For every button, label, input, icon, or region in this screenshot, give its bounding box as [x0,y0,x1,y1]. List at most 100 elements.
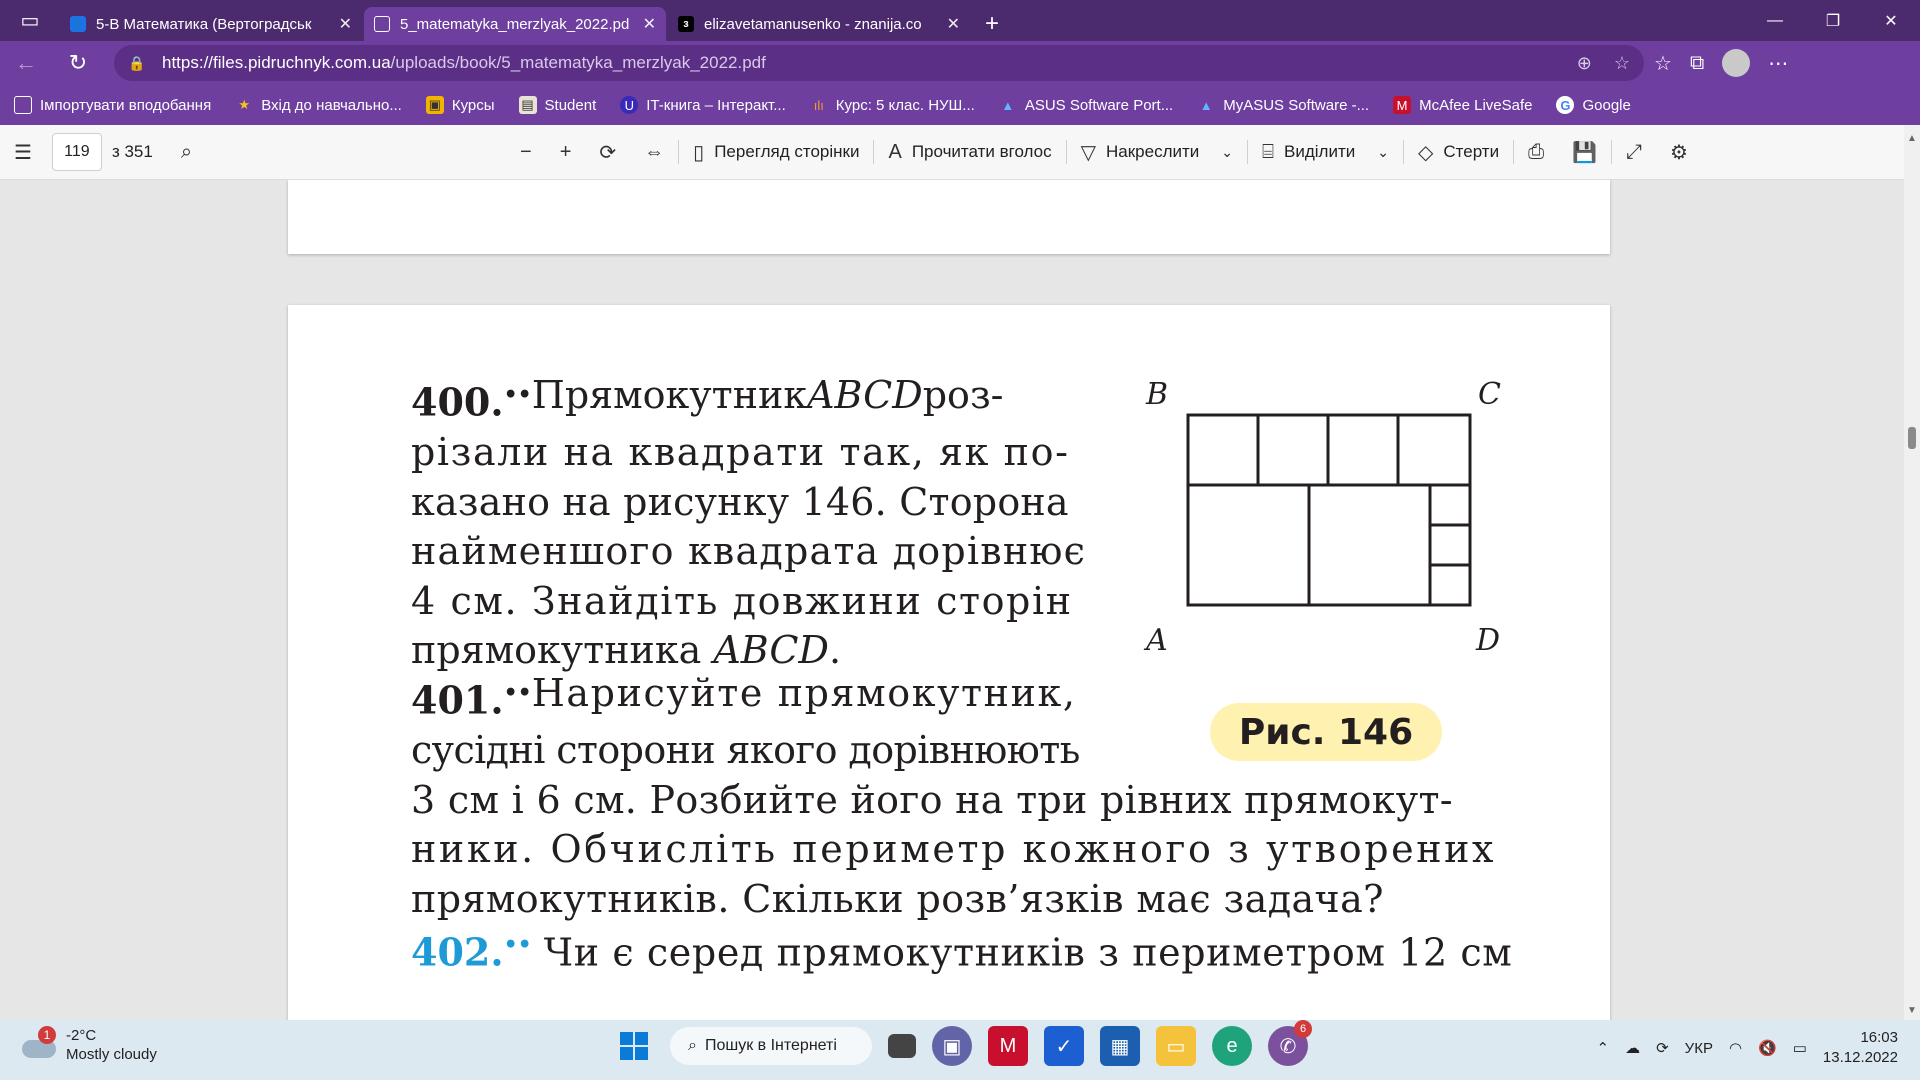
bookmark-student[interactable]: ▤ Student [518,96,597,114]
restore-icon[interactable]: ❐ [1804,0,1862,41]
file-explorer-icon[interactable]: ▭ [1156,1026,1196,1066]
draw-button[interactable]: ▽ Накреслити ⌄ [1067,125,1247,180]
close-icon[interactable]: ✕ [339,14,352,34]
rotate-icon[interactable]: ⟳ [585,125,630,180]
tab-actions-icon[interactable]: ▭ [0,0,60,41]
refresh-icon[interactable]: ↻ [52,41,104,85]
scroll-up-icon[interactable]: ▲ [1907,133,1917,144]
highlight-label: Виділити [1284,142,1356,161]
bookmark-import[interactable]: Імпортувати вподобання [14,96,211,114]
tab-pdf[interactable]: 5_matematyka_merzlyak_2022.pd ✕ [364,7,666,41]
lock-icon[interactable]: 🔒 [128,55,152,72]
windows-start-icon[interactable] [614,1026,654,1066]
close-window-icon[interactable]: ✕ [1862,0,1920,41]
bookmark-google[interactable]: G Google [1556,96,1631,114]
more-icon[interactable]: ⋯ [1768,51,1788,76]
edge-browser-icon[interactable]: e [1212,1026,1252,1066]
viber-icon[interactable]: ✆ 6 [1268,1020,1312,1066]
text-line: 4 см. Знайдіть довжини сторін [411,578,1073,623]
add-favorite-icon[interactable]: ☆ [1614,53,1630,74]
bookmark-mcafee[interactable]: M McAfee LiveSafe [1393,96,1532,114]
zoom-in-icon[interactable]: + [546,125,586,180]
onedrive-icon[interactable]: ☁ [1625,1039,1640,1057]
collections-icon[interactable]: ⧉ [1690,52,1704,75]
label-c: C [1478,377,1501,412]
url-text[interactable]: https://files.pidruchnyk.com.ua/uploads/… [162,53,1577,73]
bookmark-course[interactable]: ılı Курс: 5 клас. НУШ... [810,96,975,114]
tab-title: 5_matematyka_merzlyak_2022.pd [400,15,630,33]
find-icon[interactable]: ⌕ [167,125,206,180]
bookmark-label: MyASUS Software -... [1223,96,1370,114]
tab-classroom[interactable]: 👤 5-В Математика (Вертоградськ ✕ [60,7,362,41]
wifi-icon[interactable]: ◠ [1729,1039,1742,1057]
chevron-up-icon[interactable]: ⌃ [1597,1039,1610,1057]
zoom-out-icon[interactable]: − [506,125,546,180]
text-line: прямокутників. Скільки розв’язків має за… [411,876,1384,921]
avatar[interactable] [1722,49,1751,77]
fullscreen-icon[interactable]: ⤢ [1612,125,1656,180]
store-icon[interactable]: ▦ [1100,1026,1140,1066]
text-italic: ABCD [713,628,829,673]
taskbar-search[interactable]: ⌕ Пошук в Інтернеті [670,1027,872,1065]
vertical-scrollbar[interactable]: ▲ ▼ [1904,125,1920,1020]
bookmark-entry[interactable]: ★ Вхід до навчально... [235,96,401,114]
tab-znanija[interactable]: з elizavetamanusenko - znanija.co ✕ [668,7,970,41]
bookmark-label: Student [544,96,597,114]
bookmark-it-book[interactable]: U IT-книга – Інтеракт... [620,96,786,114]
import-icon [14,96,32,114]
fit-width-icon[interactable]: ⇔ [630,125,678,180]
student-icon: ▤ [518,96,537,114]
search-icon: ⌕ [688,1037,697,1054]
teams-chat-icon[interactable]: ▣ [932,1026,972,1066]
tab-title: 5-В Математика (Вертоградськ [96,15,312,33]
taskbar-apps: ⌕ Пошук в Інтернеті ▣ M ✓ ▦ ▭ e ✆ 6 [614,1020,1312,1066]
address-row: ← ↻ 🔒 https://files.pidruchnyk.com.ua/up… [0,41,1920,85]
course-icon: ılı [813,97,824,113]
text-italic: ABCD [807,373,923,417]
contents-icon[interactable]: ☰ [0,125,46,180]
bookmark-myasus[interactable]: ▲ MyASUS Software -... [1197,96,1369,114]
battery-icon[interactable]: ▭ [1793,1039,1807,1057]
bookmark-courses[interactable]: ▣ Курсы [425,96,495,114]
scroll-down-icon[interactable]: ▼ [1907,1005,1917,1016]
read-aloud-icon: A [888,140,902,163]
close-icon[interactable]: ✕ [947,14,960,34]
favorites-icon[interactable]: ☆ [1654,51,1672,76]
settings-icon[interactable]: ⚙ [1656,125,1702,180]
pdf-document-area[interactable]: 400.•• Прямокутник ABCD роз- різали на к… [0,180,1904,1020]
erase-button[interactable]: ◇ Стерти [1404,125,1513,180]
zoom-icon[interactable]: ⊕ [1577,53,1592,74]
myasus-taskbar-icon[interactable]: ✓ [1044,1026,1084,1066]
mute-icon[interactable]: 🔇 [1758,1039,1777,1057]
read-aloud-button[interactable]: A Прочитати вголос [874,125,1065,180]
courses-icon: ▣ [425,96,444,114]
mcafee-taskbar-icon[interactable]: M [988,1026,1028,1066]
highlight-button[interactable]: ⌸ Виділити ⌄ [1248,125,1403,180]
page-number-input[interactable]: 119 [51,133,102,171]
new-tab-button[interactable]: + [972,7,1012,41]
chevron-down-icon[interactable]: ⌄ [1377,144,1389,161]
address-bar[interactable]: 🔒 https://files.pidruchnyk.com.ua/upload… [114,45,1644,81]
sync-icon[interactable]: ⟳ [1656,1039,1669,1057]
page-view-button[interactable]: ▯ Перегляд сторінки [679,125,873,180]
print-icon[interactable]: ⎙ [1514,125,1558,180]
bookmark-label: McAfee LiveSafe [1419,96,1533,114]
draw-icon: ▽ [1080,141,1096,164]
clock[interactable]: 16:03 13.12.2022 [1823,1028,1898,1068]
language-indicator[interactable]: УКР [1685,1040,1713,1057]
bookmark-asus[interactable]: ▲ ASUS Software Port... [999,96,1173,114]
pdf-toolbar: ☰ 119 з 351 ⌕ − + ⟳ ⇔ ▯ Перегляд сторінки… [0,125,1920,180]
scroll-thumb[interactable] [1908,427,1916,449]
task-view-icon[interactable] [888,1034,916,1058]
weather-widget[interactable]: 1 -2°C Mostly cloudy [22,1026,157,1064]
chevron-down-icon[interactable]: ⌄ [1221,144,1233,161]
exercise-number: 400. [411,379,504,425]
window-controls: — ❐ ✕ [1746,0,1920,41]
back-icon[interactable]: ← [0,41,52,85]
close-icon[interactable]: ✕ [643,14,656,34]
label-a: A [1146,623,1168,658]
text-line: ники. Обчисліть периметр кожного з утвор… [411,827,1497,872]
minimize-icon[interactable]: — [1746,0,1804,41]
save-icon[interactable]: 💾 [1558,125,1611,180]
tab-title: elizavetamanusenko - znanija.co [704,15,922,33]
